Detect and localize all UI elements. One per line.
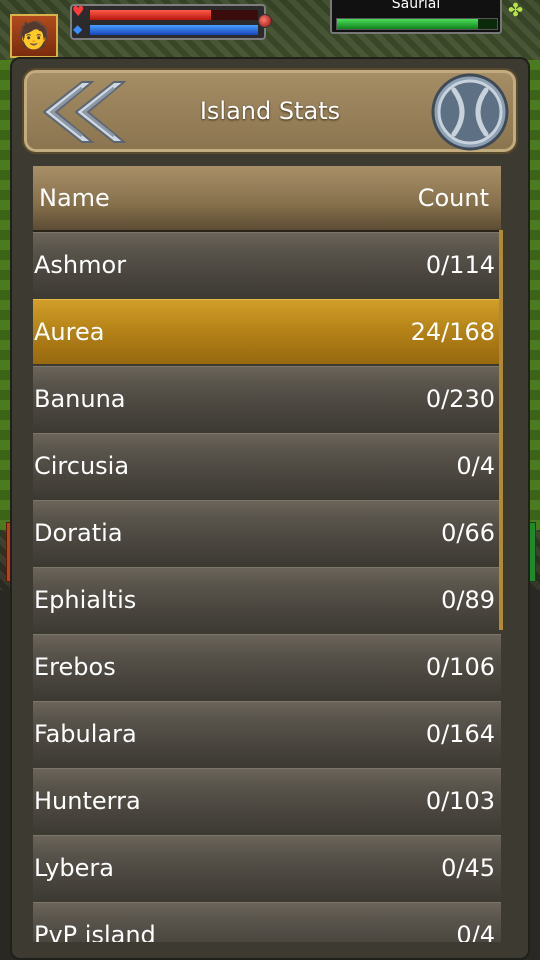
column-header-count[interactable]: Count [418,166,489,230]
scrollbar[interactable] [499,230,503,630]
island-name: Circusia [34,452,130,480]
table-row[interactable]: Fabulara 0/164 [33,701,501,766]
hp-bar [90,10,258,20]
column-header-name[interactable]: Name [39,166,110,230]
player-portrait-icon: 🧑 [17,21,51,51]
table-row-selected[interactable]: Aurea 24/168 [33,299,501,364]
island-count: 0/89 [441,586,495,614]
player-avatar[interactable]: 🧑 [10,14,58,58]
table-row[interactable]: PvP island 0/4 [33,902,501,942]
island-name: Doratia [34,519,123,547]
island-name: Ashmor [34,251,127,279]
island-name: Aurea [34,318,105,346]
island-count: 0/66 [441,519,495,547]
table-row[interactable]: Hunterra 0/103 [33,768,501,833]
table-row[interactable]: Doratia 0/66 [33,500,501,565]
island-name: PvP island [34,921,156,942]
island-name: Fabulara [34,720,137,748]
table-row[interactable]: Ephialtis 0/89 [33,567,501,632]
table-row[interactable]: Banuna 0/230 [33,366,501,431]
island-name: Hunterra [34,787,141,815]
table-row[interactable]: Erebos 0/106 [33,634,501,699]
island-count: 0/4 [456,921,495,942]
target-hp-bar-fill [337,19,478,29]
player-bars: ♥ ◆ [70,4,272,40]
island-name: Erebos [34,653,116,681]
table-header: Name Count [33,166,501,232]
hp-bar-fill [90,10,211,20]
table-body: Ashmor 0/114 Aurea 24/168 Banuna 0/230 Circ… [33,232,501,942]
island-count: 0/164 [425,720,495,748]
table-row[interactable]: Ashmor 0/114 [33,232,501,297]
island-count: 0/230 [425,385,495,413]
island-count: 0/4 [456,452,495,480]
island-count: 24/168 [410,318,495,346]
island-count: 0/114 [425,251,495,279]
island-count: 0/103 [425,787,495,815]
close-icon [431,73,509,151]
double-chevron-left-icon [42,81,127,143]
dialog-header: Island Stats [22,68,518,154]
target-hp-bar [336,18,498,30]
mana-drop-icon: ◆ [73,22,83,36]
table-row[interactable]: Lybera 0/45 [33,835,501,900]
table-row[interactable]: Circusia 0/4 [33,433,501,498]
potion-orb-icon[interactable] [258,14,272,28]
island-name: Banuna [34,385,126,413]
target-name: Saurial [391,0,441,12]
close-button[interactable] [430,72,510,152]
target-frame[interactable]: Saurial [330,0,502,34]
island-name: Ephialtis [34,586,137,614]
back-button[interactable] [30,74,127,150]
mp-bar-fill [90,25,258,35]
heart-icon: ♥ [72,4,85,20]
island-stats-table: Name Count Ashmor 0/114 Aurea 24/168 Banun… [33,166,501,942]
island-count: 0/106 [425,653,495,681]
target-creature-icon: ✤ [508,0,524,21]
island-name: Lybera [34,854,114,882]
island-count: 0/45 [441,854,495,882]
hud: 🧑 ♥ ◆ Saurial ✤ [0,0,540,58]
mp-bar [90,25,258,35]
